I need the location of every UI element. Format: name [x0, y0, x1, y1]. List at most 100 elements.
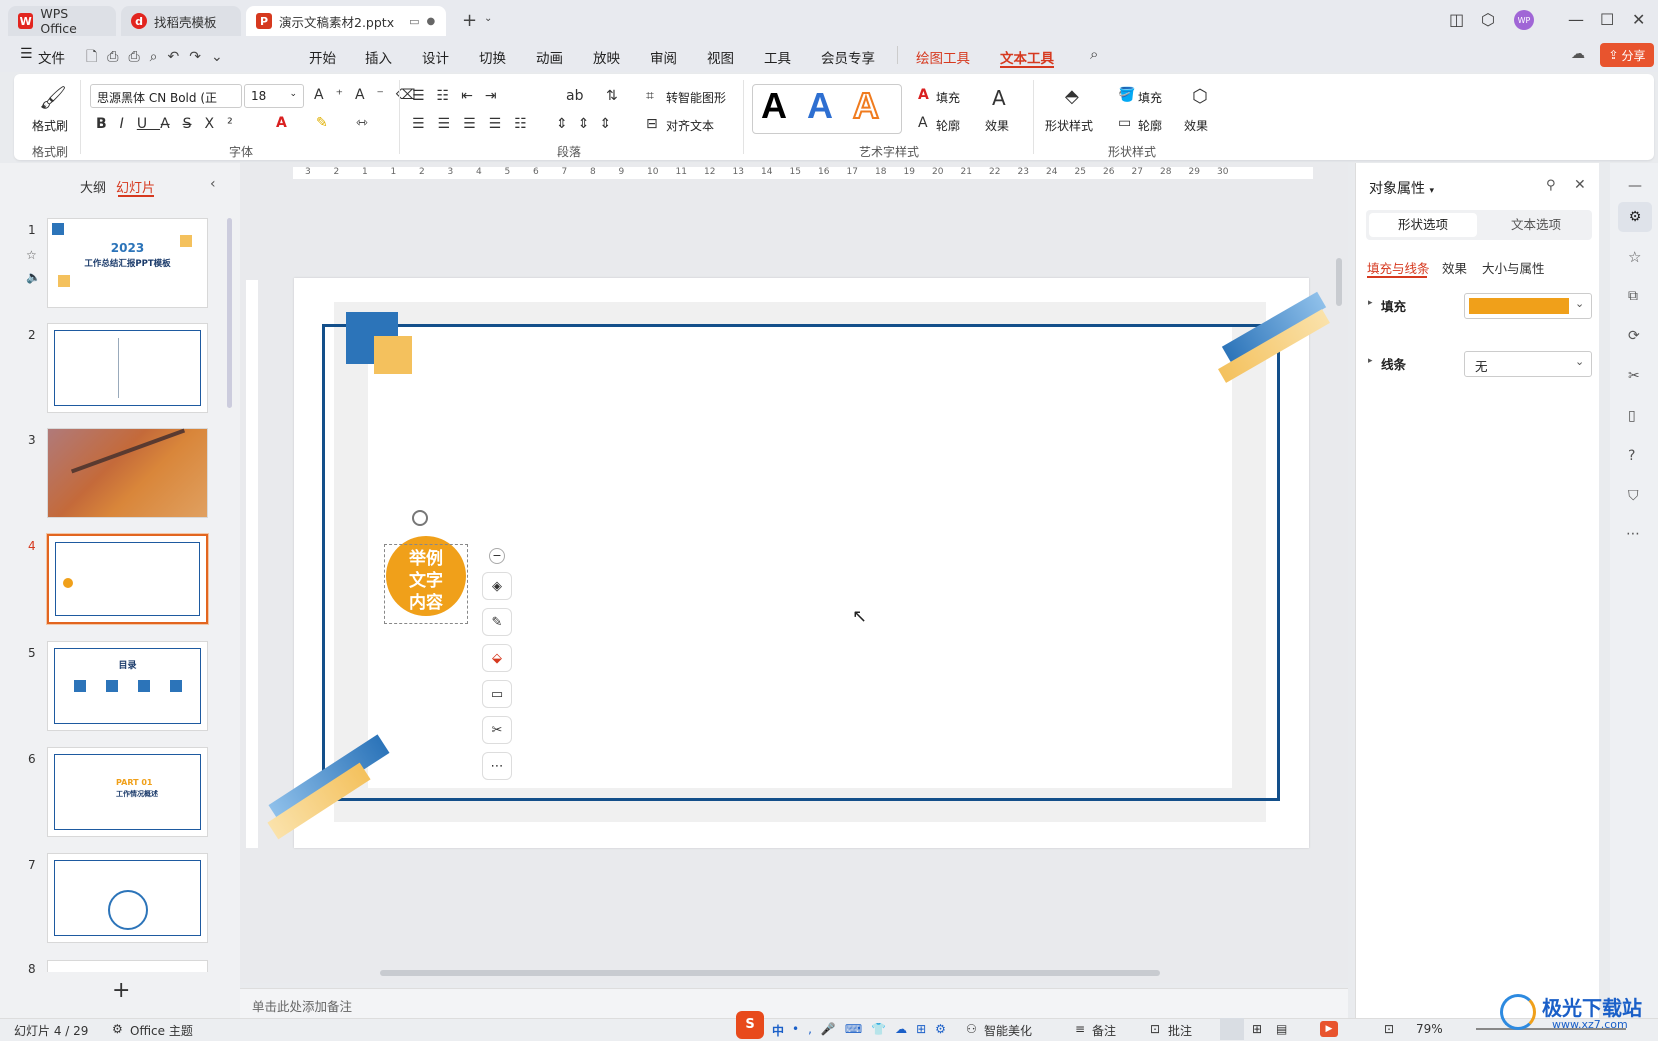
cloud-icon[interactable]: ☁: [1571, 46, 1585, 62]
slide-thumbnail-6[interactable]: PART 01 工作情况概述: [47, 747, 208, 837]
ime-mode[interactable]: 中: [772, 1022, 784, 1039]
vertical-scrollbar[interactable]: [1336, 258, 1342, 306]
minimize-icon[interactable]: —: [1568, 10, 1584, 29]
text-effect-icon[interactable]: A: [992, 86, 1006, 110]
maximize-icon[interactable]: ☐: [1600, 10, 1614, 29]
vertical-ruler[interactable]: [246, 280, 258, 848]
ime-logo-icon[interactable]: S: [736, 1011, 764, 1039]
font-style-icons[interactable]: BIUA̶S̶X²: [96, 116, 246, 132]
list-indent-icons[interactable]: ☰☷⇤⇥: [412, 88, 509, 104]
zoom-level[interactable]: 79%: [1416, 1022, 1443, 1036]
slide-thumbnail-5[interactable]: 目录: [47, 641, 208, 731]
format-painter-button[interactable]: 格式刷: [32, 117, 68, 134]
text-fill-button[interactable]: 填充: [936, 89, 960, 106]
wordart-blue[interactable]: A: [807, 85, 833, 127]
speaker-icon[interactable]: 🔈: [26, 270, 41, 284]
expand-line-icon[interactable]: ▸: [1368, 356, 1373, 366]
pen-icon[interactable]: ✎: [482, 608, 512, 636]
comments-button[interactable]: 批注: [1168, 1022, 1192, 1039]
collapse-toolbar-icon[interactable]: −: [489, 548, 505, 564]
font-grow-shrink-icons[interactable]: A⁺A⁻⌫: [314, 87, 428, 103]
menu-tools[interactable]: 工具: [764, 47, 791, 67]
beautify-button[interactable]: 智能美化: [984, 1022, 1032, 1039]
shape-style-button[interactable]: 形状样式: [1045, 117, 1093, 134]
shape-outline-icon[interactable]: ▭: [1118, 115, 1131, 131]
shape-effect-icon[interactable]: ⬡: [1192, 86, 1208, 107]
menu-design[interactable]: 设计: [422, 47, 449, 67]
panel-scrollbar[interactable]: [227, 218, 232, 408]
panel-title[interactable]: 对象属性 ▾: [1369, 178, 1434, 198]
menu-animation[interactable]: 动画: [536, 47, 563, 67]
menu-view[interactable]: 视图: [707, 47, 734, 67]
menu-member[interactable]: 会员专享: [821, 47, 875, 67]
menu-home[interactable]: 开始: [309, 47, 336, 67]
share-button[interactable]: ⇪ 分享: [1600, 43, 1654, 67]
align-text-icon[interactable]: ⊟: [646, 116, 658, 132]
close-panel-icon[interactable]: ✕: [1574, 177, 1586, 193]
normal-view-icon[interactable]: [1220, 1018, 1244, 1040]
fill-color-select[interactable]: ⌄: [1464, 293, 1592, 319]
transition-icon[interactable]: ⟳: [1628, 328, 1640, 344]
shape-fill-button[interactable]: 填充: [1138, 89, 1162, 106]
more-sidebar-icon[interactable]: ⋯: [1626, 526, 1640, 542]
subtab-fill-line[interactable]: 填充与线条: [1367, 258, 1430, 277]
slide[interactable]: 举例 文字 内容: [267, 278, 1330, 848]
ime-toolbar-icons[interactable]: •,🎤⌨👕☁⊞⚙: [792, 1022, 955, 1036]
text-outline-icon[interactable]: A: [918, 115, 928, 131]
quick-access-icons[interactable]: 🗋⎙⎙⌕↶↷⌄: [86, 46, 233, 70]
shape-fill-icon[interactable]: 🪣: [1118, 87, 1135, 103]
tab-outline[interactable]: 大纲: [80, 177, 106, 196]
shape-outline-button[interactable]: 轮廓: [1138, 117, 1162, 134]
pin-icon[interactable]: ⚲: [1546, 178, 1556, 193]
minimize-panel-icon[interactable]: —: [1628, 178, 1642, 194]
menu-insert[interactable]: 插入: [365, 47, 392, 67]
layers-icon[interactable]: ◈: [482, 572, 512, 600]
book-icon[interactable]: ▯: [1628, 408, 1636, 424]
text-fill-icon[interactable]: A: [918, 87, 929, 103]
tab-template[interactable]: d 找稻壳模板: [121, 6, 241, 36]
tab-text-options[interactable]: 文本选项: [1482, 213, 1590, 237]
text-effect-button[interactable]: 效果: [985, 117, 1009, 134]
tab-list-chevron-icon[interactable]: ⌄: [484, 13, 492, 24]
tab-shape-options[interactable]: 形状选项: [1369, 213, 1477, 237]
slide-thumbnail-8[interactable]: [47, 960, 208, 972]
menu-transition[interactable]: 切换: [479, 47, 506, 67]
align-icons[interactable]: ☰☰☰☰☷: [412, 116, 540, 132]
font-color-icon[interactable]: A: [276, 115, 287, 131]
slide-thumbnail-1[interactable]: 2023 工作总结汇报PPT模板: [47, 218, 208, 308]
properties-icon[interactable]: ⚙: [1618, 202, 1652, 232]
menu-slideshow[interactable]: 放映: [593, 47, 620, 67]
highlight-icon[interactable]: ✎: [316, 115, 328, 131]
subtab-effect[interactable]: 效果: [1442, 258, 1467, 277]
fill-bucket-icon[interactable]: ⬙: [482, 644, 512, 672]
outline-icon[interactable]: ▭: [482, 680, 512, 708]
subtab-size[interactable]: 大小与属性: [1482, 258, 1545, 277]
tab-document[interactable]: P 演示文稿素材2.pptx ▭ ●: [246, 6, 446, 36]
menu-review[interactable]: 审阅: [650, 47, 677, 67]
smart-shape-icon[interactable]: ⌗: [646, 88, 654, 104]
monitor-icon[interactable]: ▭: [409, 15, 419, 28]
slide-thumbnail-7[interactable]: [47, 853, 208, 943]
menu-file[interactable]: 文件: [38, 47, 65, 67]
spacing-icon[interactable]: ⇿: [356, 115, 368, 131]
slide-thumbnail-4[interactable]: [47, 534, 208, 624]
more-icon[interactable]: ⋯: [482, 752, 512, 780]
add-slide-icon[interactable]: +: [112, 978, 130, 1003]
theme-name[interactable]: Office 主题: [130, 1022, 193, 1039]
sort-icon[interactable]: ⇅: [606, 88, 618, 104]
shape-effect-button[interactable]: 效果: [1184, 117, 1208, 134]
hamburger-icon[interactable]: ☰: [20, 46, 33, 62]
menu-drawing-tools[interactable]: 绘图工具: [916, 47, 970, 67]
font-size-select[interactable]: 18 ⌄: [244, 84, 304, 108]
shape-style-icon[interactable]: ⬘: [1065, 86, 1079, 107]
wordart-black[interactable]: A: [761, 85, 787, 127]
expand-fill-icon[interactable]: ▸: [1368, 298, 1373, 308]
collapse-panel-icon[interactable]: ‹: [210, 176, 216, 192]
menu-text-tools[interactable]: 文本工具: [1000, 47, 1054, 67]
horizontal-ruler[interactable]: 3 2 1 1 2 3 4 5 6 7 8 9 10 11 12 13 14 15 16 17 18 19 20 21 22 23…: [293, 167, 1313, 179]
smart-shape-button[interactable]: 转智能图形: [666, 89, 726, 106]
notes-area[interactable]: [240, 988, 1348, 1018]
layout-icon[interactable]: ◫: [1449, 10, 1464, 29]
format-painter-icon[interactable]: 🖌: [39, 86, 67, 111]
star-shape-icon[interactable]: ☆: [1628, 248, 1641, 266]
